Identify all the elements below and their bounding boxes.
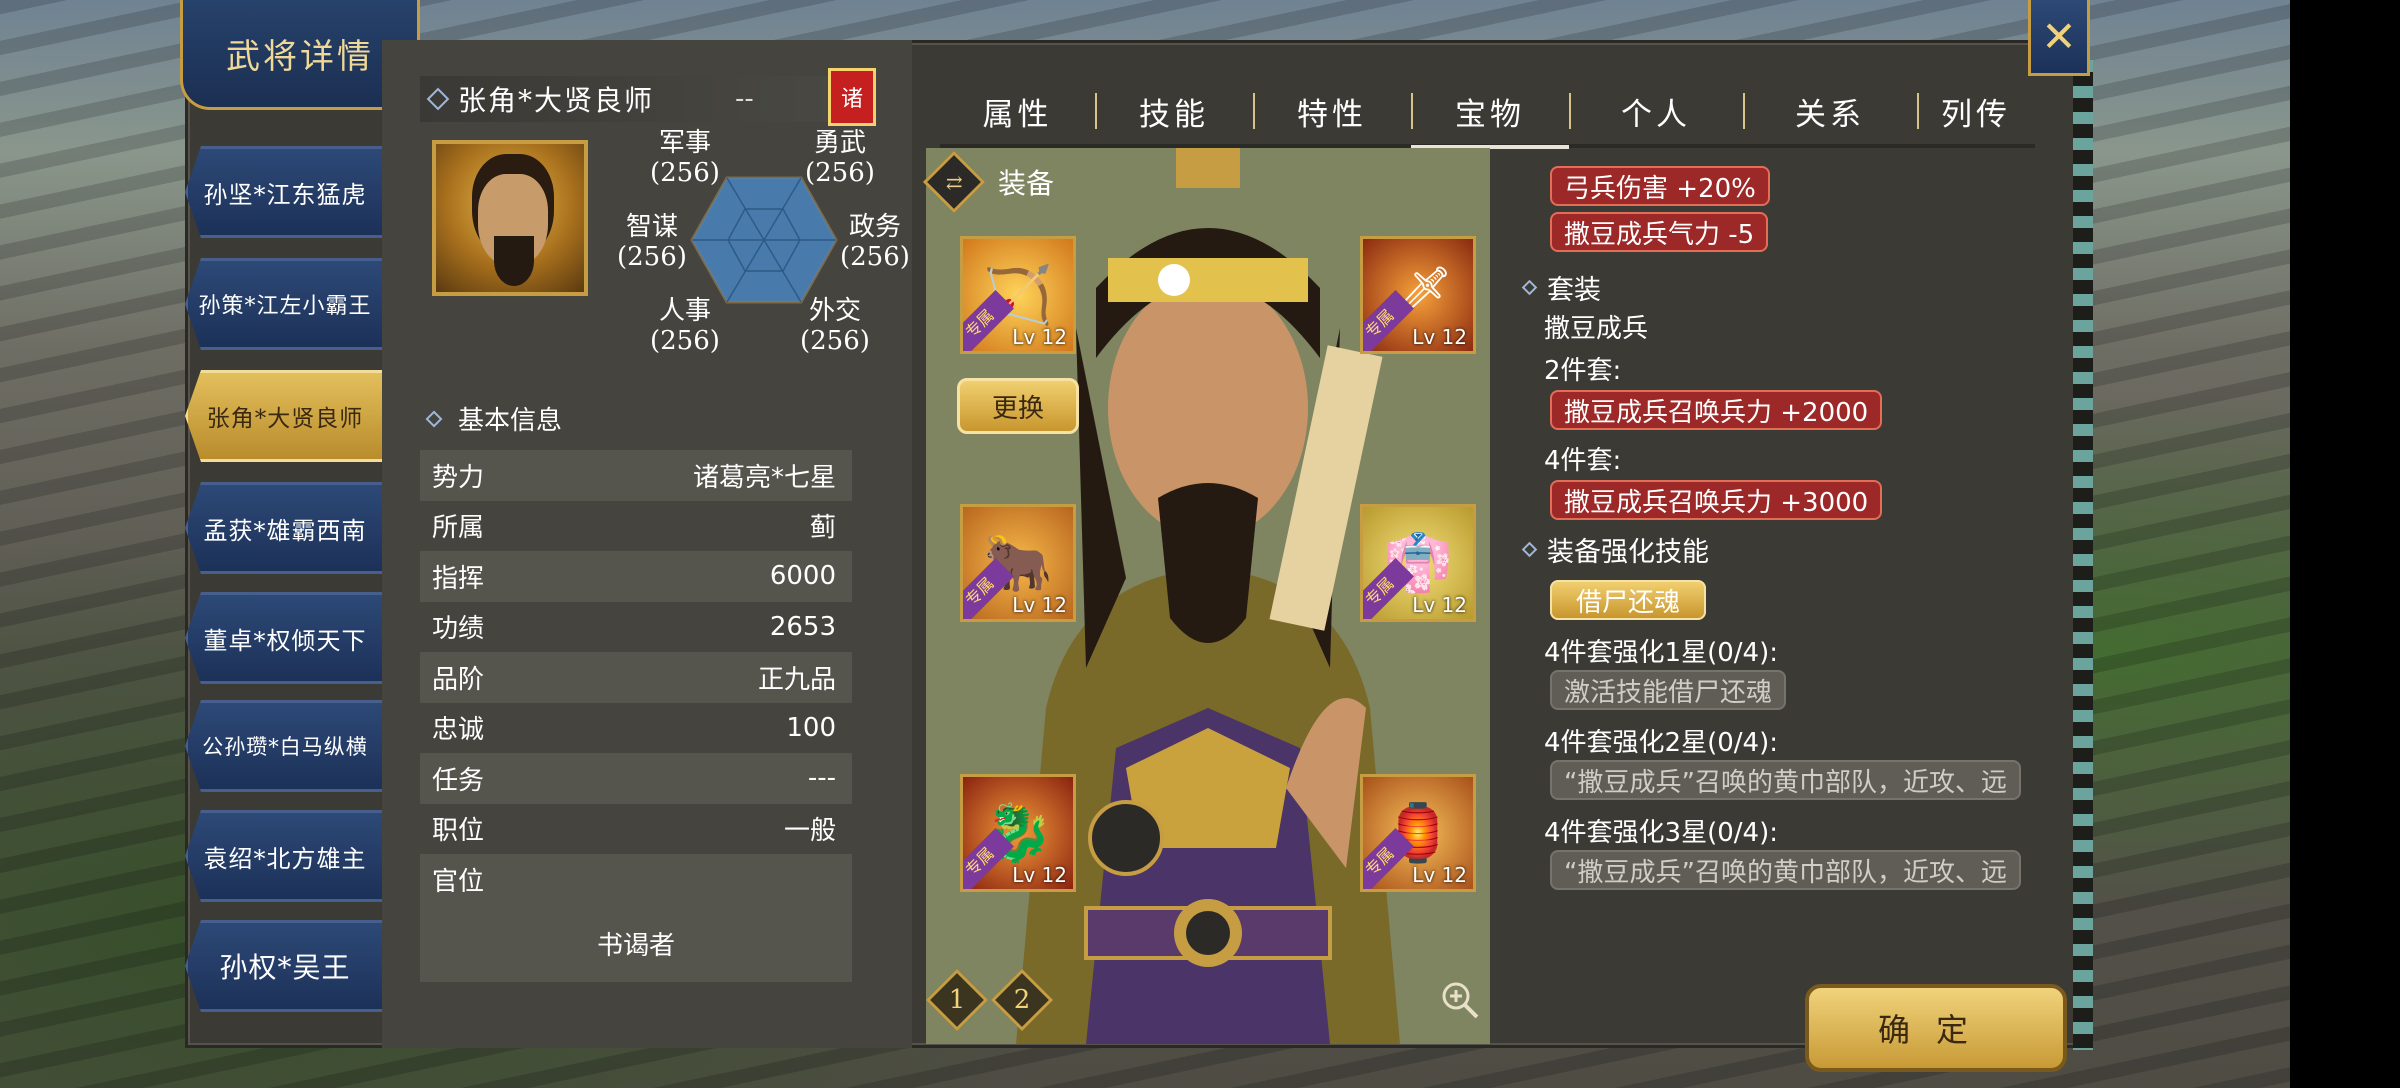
info-row-task: 任务 --- [420,753,852,804]
star3-label: 4件套强化3星(0/4): [1544,818,1778,848]
diamond-icon [1521,279,1538,296]
tab-biography[interactable]: 列传 [1917,81,2035,141]
info-row-command: 指挥 6000 [420,551,852,602]
close-icon: ✕ [2041,12,2077,61]
general-tab-selected[interactable]: 张角*大贤良师 [185,370,385,462]
star2-label: 4件套强化2星(0/4): [1544,728,1778,758]
tab-traits[interactable]: 特性 [1253,81,1411,141]
general-tab[interactable]: 孟获*雄霸西南 [185,482,385,574]
info-row-merit: 功绩 2653 [420,601,852,652]
equip-slot-treasure[interactable]: 🐉 专属 Lv 12 [960,774,1076,892]
set4-bonus: 撒豆成兵召唤兵力 +3000 [1550,480,1883,520]
diamond-icon [425,410,443,427]
general-tab[interactable]: 袁绍*北方雄主 [185,810,385,902]
basic-info-table: 势力 诸葛亮*七星 所属蓟 指挥 6000 功绩 2653 品阶 正九品 忠诚 100 任… [420,450,852,905]
set4-label: 4件套: [1544,446,1622,476]
diamond-icon [1521,541,1538,558]
diamond-icon [426,87,450,111]
general-name: 张角*大贤良师 [458,84,655,117]
decorative-chain [2073,60,2093,1050]
set2-label: 2件套: [1544,356,1622,386]
equip-slot-accessory[interactable]: 🏮 专属 Lv 12 [1360,774,1476,892]
bonus-pill: 撒豆成兵气力 -5 [1550,212,1769,252]
tab-skills[interactable]: 技能 [1095,81,1253,141]
stat-radar-hexagon [690,176,838,304]
info-row-rank: 品阶 正九品 [420,652,852,703]
bonus-pill: 弓兵伤害 +20% [1550,166,1770,206]
stat-personnel: 人事 (256) [650,296,720,356]
equip-slot-mount[interactable]: 🐂 专属 Lv 12 [960,504,1076,622]
name-suffix: -- [735,84,754,114]
set2-bonus: 撒豆成兵召唤兵力 +2000 [1550,390,1883,430]
treasure-details: 弓兵伤害 +20% 撒豆成兵气力 -5 套装 撒豆成兵 2件套: 撒豆成兵召唤兵… [1510,150,2060,950]
zoom-in-icon[interactable] [1440,980,1480,1020]
faction-badge: 诸 [828,68,876,126]
stat-politics: 政务 (256) [840,212,910,272]
tab-relations[interactable]: 关系 [1743,81,1917,141]
tab-attributes[interactable]: 属性 [940,81,1095,141]
replace-button[interactable]: 更换 [957,378,1079,434]
equip-slot-armor[interactable]: 👘 专属 Lv 12 [1360,504,1476,622]
screen-edge [2290,0,2400,1088]
star1-desc: 激活技能借尸还魂 [1550,670,1787,710]
info-row-belongs: 所属蓟 [420,500,852,551]
stat-diplomacy: 外交 (256) [800,296,870,356]
general-tab[interactable]: 孙坚*江东猛虎 [185,146,385,238]
general-portrait[interactable] [432,140,588,296]
equip-slot-weapon[interactable]: 🗡 专属 Lv 12 [1360,236,1476,354]
skill-pill[interactable]: 借尸还魂 [1550,580,1707,620]
star1-label: 4件套强化1星(0/4): [1544,638,1778,668]
tab-treasures[interactable]: 宝物 [1411,81,1569,149]
equip-slot-bow[interactable]: 🏹 专属 Lv 12 [960,236,1076,354]
detail-tabs: 属性 技能 特性 宝物 个人 关系 列传 [940,78,2035,149]
enhance-heading: 装备强化技能 [1521,530,1709,569]
close-button[interactable]: ✕ [2028,0,2090,76]
set-name: 撒豆成兵 [1544,314,1649,344]
star2-desc: “撒豆成兵”召唤的黄巾部队，近攻、远 [1550,760,2021,800]
basic-info-heading: 基本信息 [425,400,562,437]
window-title: 武将详情 [226,37,374,77]
stat-strategy: 智谋 (256) [617,212,687,272]
info-row-position: 职位 一般 [420,803,852,854]
confirm-button[interactable]: 确定 [1805,984,2067,1072]
tab-personal[interactable]: 个人 [1569,81,1743,141]
general-name-row: 张角*大贤良师 [420,76,860,122]
official-title: 书谒者 [420,904,852,982]
set-heading: 套装 [1521,268,1601,307]
general-tab[interactable]: 孙权*吴王 [185,920,385,1012]
swap-icon[interactable]: ⇄ [922,150,986,214]
general-tab[interactable]: 公孙瓒*白马纵横 [185,700,385,792]
equipment-heading: ⇄ 装备 [922,150,1054,214]
star3-desc: “撒豆成兵”召唤的黄巾部队，近攻、远 [1550,850,2021,890]
info-row-faction: 势力 诸葛亮*七星 [420,450,852,501]
info-row-office: 官位 [420,854,852,905]
general-tab[interactable]: 孙策*江左小霸王 [185,258,385,350]
info-row-loyalty: 忠诚 100 [420,702,852,753]
general-tab[interactable]: 董卓*权倾天下 [185,592,385,684]
